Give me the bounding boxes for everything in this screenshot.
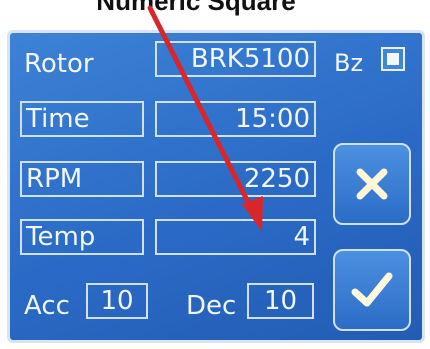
red-pointer-arrow <box>147 5 263 232</box>
